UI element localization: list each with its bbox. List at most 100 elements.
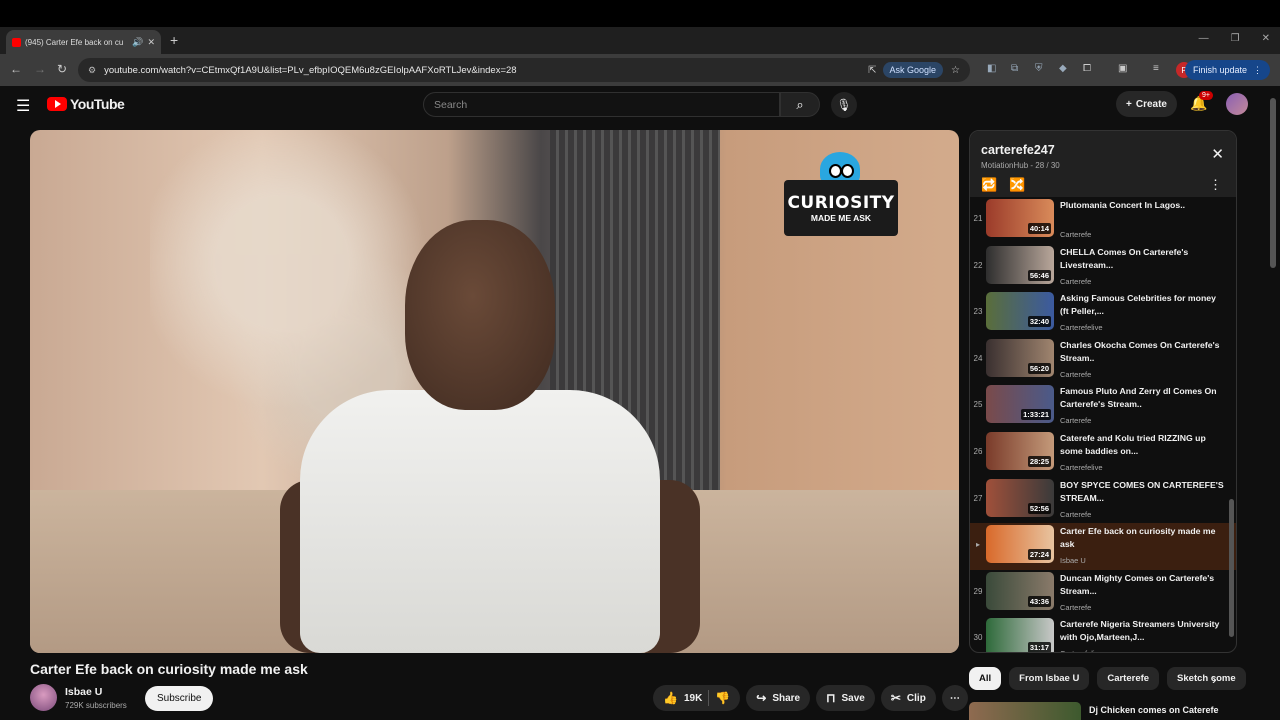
- duration-badge: 40:14: [1027, 223, 1051, 234]
- playlist-item-title[interactable]: Asking Famous Celebrities for money (ft …: [1060, 292, 1226, 320]
- playlist-item-title[interactable]: Charles Okocha Comes On Carterefe's Stre…: [1060, 339, 1226, 367]
- page-scrollbar[interactable]: [1270, 98, 1276, 268]
- playlist-item-thumbnail[interactable]: 40:14: [986, 199, 1054, 237]
- playlist-item[interactable]: ▸ 27:24 Carter Efe back on curiosity made …: [970, 523, 1236, 570]
- channel-avatar[interactable]: [30, 684, 57, 711]
- playlist-title[interactable]: carterefe247: [981, 143, 1055, 157]
- more-actions-button[interactable]: ⋯: [941, 685, 968, 711]
- playlist-item[interactable]: 21 40:14 Plutomania Concert In Lagos.. Cart…: [970, 197, 1236, 244]
- finish-update-button[interactable]: Finish update ⋮: [1184, 60, 1270, 80]
- playlist-item-thumbnail[interactable]: 31:17: [986, 618, 1054, 652]
- kebab-menu-icon[interactable]: ⋮: [1209, 177, 1222, 193]
- recommended-video[interactable]: Dj Chicken comes on Caterefe: [969, 702, 1237, 720]
- playlist-item[interactable]: 24 56:20 Charles Okocha Comes On Carterefe…: [970, 337, 1236, 384]
- browser-tab[interactable]: (945) Carter Efe back on cu 🔊 ✕: [6, 30, 161, 54]
- playlist-item-title[interactable]: Famous Pluto And Zerry dl Comes On Carte…: [1060, 385, 1226, 413]
- speaker-icon[interactable]: 🔊: [132, 37, 143, 48]
- playlist-item[interactable]: 22 56:46 CHELLA Comes On Carterefe's Lives…: [970, 244, 1236, 291]
- extension-icon-2[interactable]: ◆: [1059, 63, 1067, 74]
- forward-icon[interactable]: →: [34, 62, 46, 76]
- restore-icon[interactable]: ❐: [1231, 33, 1240, 44]
- minimize-icon[interactable]: —: [1199, 33, 1209, 44]
- translate-icon[interactable]: ⧉: [1011, 63, 1018, 74]
- search-input[interactable]: Search: [423, 92, 780, 117]
- close-window-icon[interactable]: ✕: [1262, 33, 1270, 44]
- filter-chip[interactable]: From Isbae U: [1009, 667, 1090, 690]
- microphone-icon[interactable]: 🎙: [831, 92, 857, 118]
- playlist-item-thumbnail[interactable]: 56:20: [986, 338, 1054, 377]
- playlist-item-title[interactable]: Caterefe and Kolu tried RIZZING up some …: [1060, 432, 1226, 460]
- playlist-item[interactable]: 27 52:56 BOY SPYCE COMES ON CARTEREFE'S ST…: [970, 477, 1236, 524]
- filter-chip[interactable]: Sketch come: [1167, 667, 1246, 690]
- extension-icon[interactable]: ◧: [987, 63, 996, 74]
- bookmark-star-icon[interactable]: ☆: [951, 65, 960, 76]
- url-text[interactable]: youtube.com/watch?v=CEtmxQf1A9U&list=PLv…: [104, 65, 860, 76]
- menu-icon[interactable]: ☰: [16, 96, 30, 116]
- playlist-item[interactable]: 25 1:33:21 Famous Pluto And Zerry dl Comes…: [970, 383, 1236, 430]
- puzzle-icon[interactable]: ⧠: [1083, 63, 1091, 74]
- address-bar[interactable]: ⚙ youtube.com/watch?v=CEtmxQf1A9U&list=P…: [78, 58, 970, 82]
- subscribe-button[interactable]: Subscribe: [145, 686, 214, 711]
- window-titlebar: [0, 0, 1280, 27]
- install-icon[interactable]: ⇱: [868, 65, 876, 76]
- reading-list-icon[interactable]: ≡: [1153, 63, 1159, 74]
- loop-icon[interactable]: 🔁: [981, 177, 997, 193]
- shuffle-icon[interactable]: 🔀: [1009, 177, 1025, 193]
- clip-button[interactable]: ✂ Clip: [880, 685, 936, 711]
- shield-icon[interactable]: ⛨: [1035, 63, 1043, 74]
- recommended-title[interactable]: Dj Chicken comes on Caterefe: [1089, 705, 1219, 720]
- playlist-item[interactable]: 30 31:17 Carterefe Nigeria Streamers Unive…: [970, 616, 1236, 652]
- channel-name[interactable]: Isbae U: [65, 686, 102, 698]
- video-subject-head: [405, 220, 555, 410]
- close-icon[interactable]: ✕: [1211, 145, 1224, 163]
- like-divider: [708, 690, 710, 706]
- playlist-item-thumbnail[interactable]: 27:24: [986, 525, 1054, 564]
- youtube-logo[interactable]: YouTube: [47, 96, 125, 112]
- playlist-item-title[interactable]: Duncan Mighty Comes on Carterefe's Strea…: [1060, 572, 1226, 600]
- playlist-item[interactable]: 26 28:25 Caterefe and Kolu tried RIZZING u…: [970, 430, 1236, 477]
- playlist-item-title[interactable]: Plutomania Concert In Lagos..: [1060, 199, 1226, 227]
- clip-label: Clip: [906, 692, 926, 704]
- playlist-item-title[interactable]: Carter Efe back on curiosity made me ask: [1060, 525, 1226, 553]
- playlist-item-index: 23: [973, 307, 983, 317]
- playlist-item-channel: Carterefelive: [1060, 649, 1226, 652]
- share-button[interactable]: ↪ Share: [746, 685, 811, 711]
- recommended-thumbnail[interactable]: [969, 702, 1081, 720]
- save-button[interactable]: ⊓ Save: [816, 685, 875, 711]
- address-toolbar: ← → ↻ ⚙ youtube.com/watch?v=CEtmxQf1A9U&…: [0, 54, 1280, 86]
- playlist-item-thumbnail[interactable]: 32:40: [986, 292, 1054, 331]
- notifications-icon[interactable]: 🔔 9+: [1190, 91, 1213, 112]
- filter-chip[interactable]: All: [969, 667, 1002, 690]
- ask-google-button[interactable]: Ask Google: [882, 62, 944, 78]
- playlist-scrollbar[interactable]: [1229, 199, 1234, 639]
- new-tab-icon[interactable]: +: [170, 32, 178, 48]
- playlist-item-thumbnail[interactable]: 43:36: [986, 571, 1054, 610]
- account-avatar[interactable]: [1226, 93, 1248, 115]
- like-count[interactable]: 19K: [684, 693, 702, 704]
- playlist-item-thumbnail[interactable]: 52:56: [986, 478, 1054, 517]
- playlist-item-thumbnail[interactable]: 28:25: [986, 431, 1054, 470]
- notification-badge: 9+: [1199, 91, 1213, 100]
- playlist-item[interactable]: 23 32:40 Asking Famous Celebrities for mon…: [970, 290, 1236, 337]
- close-tab-icon[interactable]: ✕: [147, 37, 155, 48]
- playlist-item-title[interactable]: CHELLA Comes On Carterefe's Livestream..…: [1060, 246, 1226, 274]
- dislike-icon[interactable]: 👎: [715, 691, 730, 705]
- back-icon[interactable]: ←: [10, 62, 22, 76]
- side-panel-icon[interactable]: ▣: [1118, 63, 1127, 74]
- playlist-item-title[interactable]: Carterefe Nigeria Streamers University w…: [1060, 618, 1226, 646]
- video-player[interactable]: CURIOSITY MADE ME ASK: [30, 130, 959, 653]
- reload-icon[interactable]: ↻: [57, 62, 67, 76]
- playlist-item-title[interactable]: BOY SPYCE COMES ON CARTEREFE'S STREAM...: [1060, 479, 1226, 507]
- playlist-item-index: 25: [973, 400, 983, 410]
- playlist-item-thumbnail[interactable]: 1:33:21: [986, 385, 1054, 424]
- playlist-scrollbar-thumb[interactable]: [1229, 499, 1234, 637]
- search-icon[interactable]: ⌕: [780, 92, 820, 117]
- like-icon[interactable]: 👍: [663, 691, 678, 705]
- playlist-item[interactable]: 29 43:36 Duncan Mighty Comes on Carterefe'…: [970, 570, 1236, 617]
- create-button[interactable]: + Create: [1116, 91, 1177, 117]
- playlist-item-thumbnail[interactable]: 56:46: [986, 245, 1054, 284]
- site-info-icon[interactable]: ⚙: [88, 65, 96, 76]
- filter-chip[interactable]: Carterefe: [1097, 667, 1160, 690]
- subscriber-count: 729K subscribers: [65, 701, 127, 710]
- chevron-right-icon[interactable]: ›: [1212, 671, 1217, 687]
